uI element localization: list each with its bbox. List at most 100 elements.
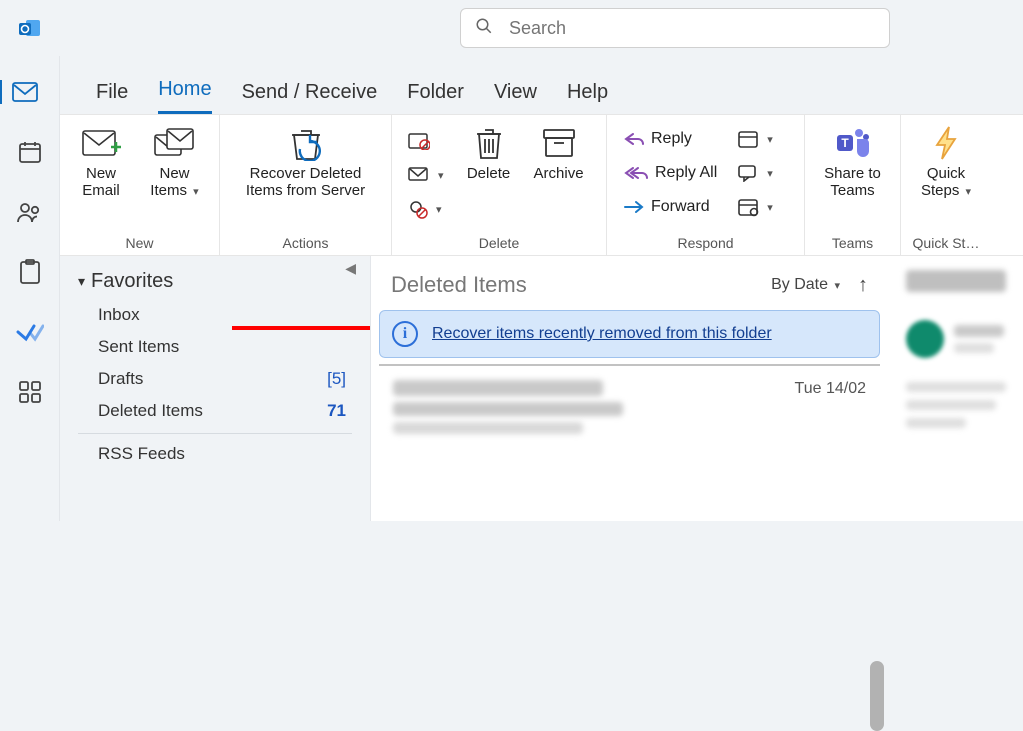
tab-send-receive[interactable]: Send / Receive bbox=[242, 75, 378, 114]
rail-mail-icon[interactable] bbox=[0, 80, 48, 104]
preview-pane bbox=[888, 256, 1023, 521]
message-list-pane: Deleted Items By Date ▾ ↑ i Recover item… bbox=[370, 256, 888, 521]
teams-icon: T bbox=[835, 125, 871, 161]
rail-apps-icon[interactable] bbox=[12, 380, 48, 404]
rail-calendar-icon[interactable] bbox=[12, 140, 48, 164]
outlook-logo bbox=[0, 16, 60, 40]
favorites-label: Favorites bbox=[91, 270, 173, 293]
chevron-down-icon: ▾ bbox=[767, 167, 773, 180]
folder-count: 71 bbox=[327, 401, 346, 421]
quick-steps-button[interactable]: Quick Steps ▾ bbox=[911, 121, 981, 204]
tab-folder[interactable]: Folder bbox=[407, 75, 464, 114]
ignore-button[interactable] bbox=[402, 125, 450, 157]
delete-icon bbox=[474, 125, 504, 161]
sort-direction-icon[interactable]: ↑ bbox=[858, 274, 868, 297]
reply-button[interactable]: Reply bbox=[617, 123, 723, 155]
message-date: Tue 14/02 bbox=[795, 380, 866, 398]
rail-todo-icon[interactable] bbox=[12, 320, 48, 344]
list-title: Deleted Items bbox=[391, 272, 527, 298]
share-chat-button[interactable]: ▾ bbox=[731, 157, 779, 189]
sort-by-date[interactable]: By Date ▾ bbox=[771, 276, 840, 294]
search-input[interactable] bbox=[507, 17, 875, 40]
chevron-down-icon: ▾ bbox=[767, 133, 773, 146]
preview-from bbox=[954, 325, 1004, 337]
message-row[interactable]: Tue 14/02 bbox=[379, 364, 880, 452]
rail-people-icon[interactable] bbox=[12, 200, 48, 224]
reply-all-label: Reply All bbox=[655, 164, 717, 182]
search-box[interactable] bbox=[460, 8, 890, 48]
folder-label: Drafts bbox=[98, 369, 143, 389]
delete-button[interactable]: Delete bbox=[458, 121, 520, 186]
collapse-pane-icon[interactable]: ◀ bbox=[345, 260, 356, 277]
folder-label: Deleted Items bbox=[98, 401, 203, 421]
forward-button[interactable]: Forward bbox=[617, 191, 723, 223]
new-email-button[interactable]: New Email bbox=[70, 121, 132, 204]
recover-deleted-button[interactable]: Recover Deleted Items from Server bbox=[231, 121, 381, 204]
scrollbar-thumb[interactable] bbox=[870, 661, 884, 731]
recover-banner[interactable]: i Recover items recently removed from th… bbox=[379, 310, 880, 358]
share-teams-button[interactable]: T Share to Teams bbox=[815, 121, 890, 204]
preview-body-line bbox=[906, 400, 996, 410]
archive-label: Archive bbox=[534, 165, 584, 182]
sort-label: By Date bbox=[771, 276, 828, 293]
new-items-label: New Items bbox=[150, 165, 189, 199]
folder-deleted[interactable]: Deleted Items 71 bbox=[78, 395, 352, 427]
chevron-down-icon: ▾ bbox=[834, 280, 840, 292]
message-sender bbox=[393, 380, 603, 396]
tab-home[interactable]: Home bbox=[158, 72, 211, 114]
chevron-down-icon: ▾ bbox=[193, 186, 199, 198]
group-teams-label: Teams bbox=[815, 235, 890, 253]
delete-label: Delete bbox=[467, 165, 510, 182]
group-respond-label: Respond bbox=[617, 235, 794, 253]
tab-file[interactable]: File bbox=[96, 75, 128, 114]
folder-label: Inbox bbox=[98, 305, 140, 325]
forward-label: Forward bbox=[651, 198, 710, 216]
message-subject bbox=[393, 402, 623, 416]
folder-label: RSS Feeds bbox=[98, 444, 185, 464]
chevron-down-icon: ▾ bbox=[436, 203, 442, 216]
group-delete-label: Delete bbox=[402, 235, 596, 253]
new-email-icon bbox=[81, 125, 121, 161]
avatar bbox=[906, 320, 944, 358]
reply-label: Reply bbox=[651, 130, 692, 148]
folder-inbox[interactable]: Inbox bbox=[78, 299, 352, 331]
folder-label: Sent Items bbox=[98, 337, 179, 357]
recover-icon bbox=[286, 125, 326, 161]
archive-icon bbox=[542, 125, 576, 161]
folder-count: [5] bbox=[327, 369, 346, 389]
new-items-icon bbox=[153, 125, 197, 161]
new-items-button[interactable]: New Items ▾ bbox=[140, 121, 209, 204]
message-preview bbox=[393, 422, 583, 434]
rail-tasks-icon[interactable] bbox=[12, 260, 48, 284]
folder-sent[interactable]: Sent Items bbox=[78, 331, 352, 363]
preview-subject bbox=[906, 270, 1006, 292]
share-teams-label: Share to Teams bbox=[819, 165, 886, 200]
folder-drafts[interactable]: Drafts [5] bbox=[78, 363, 352, 395]
recover-link[interactable]: Recover items recently removed from this… bbox=[432, 325, 772, 343]
group-quick-label: Quick St… bbox=[911, 235, 981, 253]
chevron-down-icon: ▾ bbox=[966, 186, 972, 198]
preview-body-line bbox=[906, 418, 966, 428]
info-icon: i bbox=[392, 321, 418, 347]
reply-all-button[interactable]: Reply All bbox=[617, 157, 723, 189]
folder-pane: ◀ ▾ Favorites Inbox Sent Items Drafts [5]… bbox=[60, 256, 370, 521]
tab-help[interactable]: Help bbox=[567, 75, 608, 114]
search-icon bbox=[475, 17, 493, 40]
preview-to bbox=[954, 343, 994, 353]
cleanup-button[interactable]: ▾ bbox=[402, 159, 450, 191]
tab-view[interactable]: View bbox=[494, 75, 537, 114]
junk-button[interactable]: ▾ bbox=[402, 193, 450, 225]
lightning-icon bbox=[933, 125, 959, 161]
preview-body-line bbox=[906, 382, 1006, 392]
favorites-header[interactable]: ▾ Favorites bbox=[78, 266, 352, 299]
more-respond-button[interactable]: ▾ bbox=[731, 191, 779, 223]
archive-button[interactable]: Archive bbox=[528, 121, 590, 186]
chevron-down-icon: ▾ bbox=[767, 201, 773, 214]
new-email-label: New Email bbox=[74, 165, 128, 200]
meeting-button[interactable]: ▾ bbox=[731, 123, 779, 155]
group-actions-label: Actions bbox=[230, 235, 381, 253]
svg-text:T: T bbox=[841, 136, 849, 150]
quick-steps-label: Quick Steps bbox=[921, 165, 965, 199]
folder-rss[interactable]: RSS Feeds bbox=[78, 438, 352, 470]
chevron-down-icon: ▾ bbox=[438, 169, 444, 182]
